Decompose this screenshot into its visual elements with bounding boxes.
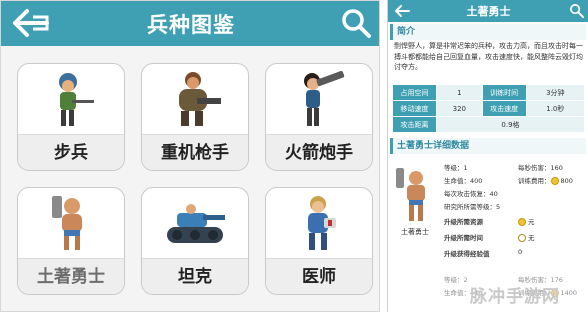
unit-card-label: 医师 (266, 258, 372, 294)
stat-key: 攻击距离 (392, 116, 437, 133)
unit-card-rifleman[interactable]: 步兵 (17, 63, 125, 171)
research-text: 研究所所需等级：5 (444, 203, 501, 211)
unit-card-label: 坦克 (142, 258, 248, 294)
unit-card-label: 土著勇士 (18, 258, 124, 294)
page-title: 兵种图鉴 (147, 13, 235, 37)
medic-portrait-icon (266, 188, 372, 258)
rocket-launcher-portrait-icon (266, 64, 372, 134)
stat-key: 训练时间 (481, 84, 527, 101)
upgrade-time-value: 无 (518, 232, 535, 242)
elixir-icon (518, 218, 526, 226)
search-icon[interactable] (569, 3, 584, 18)
unit-card-label: 火箭炮手 (266, 134, 372, 170)
stat-value: 0.9格 (436, 116, 585, 133)
unit-card-tank[interactable]: 坦克 (141, 187, 249, 295)
screenshot-root: 兵种图鉴 步兵 重机枪手 火箭炮手 土著勇士 坦克 医师 土著勇士 简介 剽悍野… (0, 0, 588, 312)
heal-text: 每次攻击恢复：40 (444, 190, 498, 198)
stat-key: 占用空间 (392, 84, 437, 101)
table-row: 移动速度 320 攻击速度 1.0秒 (392, 100, 586, 117)
stat-value: 3分钟 (525, 84, 586, 101)
heavy-gunner-portrait-icon (142, 64, 248, 134)
header-bar: 兵种图鉴 (1, 1, 379, 46)
watermark: 脉冲手游网 (470, 287, 560, 307)
tank-portrait-icon (142, 188, 248, 258)
upgrade-exp-value: 0 (518, 248, 523, 256)
elixir-icon (550, 177, 559, 185)
table-row: 攻击距离 0.9格 (392, 116, 585, 133)
search-icon[interactable] (340, 7, 372, 39)
stat-value: 320 (436, 100, 483, 117)
unit-card-label: 步兵 (18, 134, 124, 170)
unit-card-label: 重机枪手 (142, 134, 248, 170)
detail-title: 土著勇士 (466, 5, 511, 18)
cost-value: 800 (560, 177, 573, 185)
dps-text: 每秒伤害：160 (518, 164, 563, 172)
detail-heading: 土著勇士详细数据 (390, 138, 586, 154)
clock-icon (518, 234, 526, 242)
warrior-avatar-icon (396, 168, 425, 221)
warrior-portrait-icon (18, 188, 124, 258)
cost-row: 训练费用： 800 (518, 175, 573, 185)
intro-text: 剽悍野人，算是非常迟笨的兵种，攻击力高，而且攻击时每一搏斗都都能给自己回复血量，… (394, 42, 583, 71)
unit-catalog-screen: 兵种图鉴 步兵 重机枪手 火箭炮手 土著勇士 坦克 医师 (0, 0, 380, 312)
stat-value: 1 (436, 84, 483, 101)
cost-label: 训练费用： (518, 177, 551, 185)
upgrade-resource-label: 升级所需资源 (444, 218, 483, 226)
table-row: 占用空间 1 训练时间 3分钟 (392, 84, 586, 101)
stat-key: 移动速度 (392, 100, 437, 117)
intro-heading: 简介 (390, 24, 586, 40)
avatar-name: 土著勇士 (401, 228, 429, 236)
rifleman-portrait-icon (18, 64, 124, 134)
level-text: 等级：2 (444, 276, 468, 284)
stat-value: 1.0秒 (525, 100, 586, 117)
hp-text: 生命值：400 (444, 177, 483, 185)
unit-card-medic[interactable]: 医师 (265, 187, 373, 295)
detail-header-bar: 土著勇士 (388, 0, 588, 22)
upgrade-exp-label: 升级获得经验值 (444, 250, 490, 258)
stat-key: 攻击速度 (481, 100, 527, 117)
unit-card-warrior[interactable]: 土著勇士 (17, 187, 125, 295)
stats-table: 占用空间 1 训练时间 3分钟 移动速度 320 攻击速度 1.0秒 攻击距离 … (392, 84, 586, 133)
unit-card-heavy[interactable]: 重机枪手 (141, 63, 249, 171)
level-text: 等级：1 (444, 164, 468, 172)
upgrade-resource-value: 元 (518, 216, 535, 226)
level-1-detail: 土著勇士 等级：1 每秒伤害：160 生命值：400 训练费用： 800 每次攻击… (392, 158, 586, 270)
upgrade-time-label: 升级所需时间 (444, 234, 483, 242)
unit-detail-screen: 土著勇士 简介 剽悍野人，算是非常迟笨的兵种，攻击力高，而且攻击时每一搏斗都都能… (387, 0, 588, 312)
unit-card-zooka[interactable]: 火箭炮手 (265, 63, 373, 171)
